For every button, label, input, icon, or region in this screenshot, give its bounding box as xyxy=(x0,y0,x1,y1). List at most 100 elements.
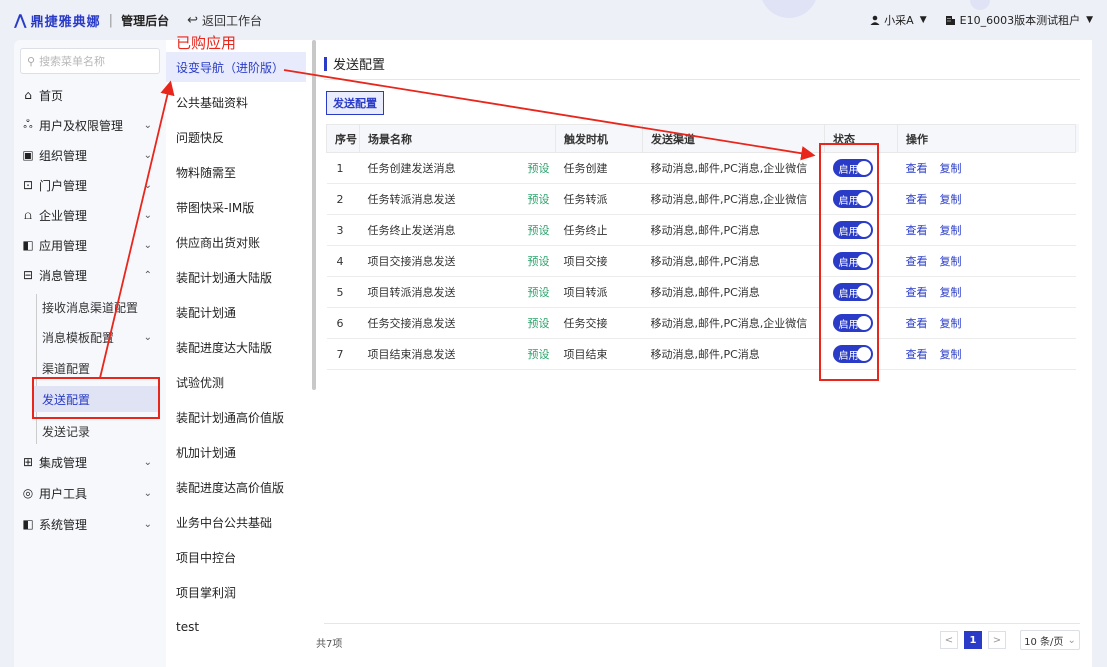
footer-divider xyxy=(324,623,1080,624)
row-name-cell: 任务转派消息发送 预设 xyxy=(359,183,556,215)
page-1-button[interactable]: 1 xyxy=(964,631,982,649)
copy-link[interactable]: 复制 xyxy=(940,193,962,206)
sidebar-item-enterprise[interactable]: ⩍ 企业管理 ⌄ xyxy=(14,202,166,228)
copy-link[interactable]: 复制 xyxy=(940,162,962,175)
logo-icon: ⋀ xyxy=(14,11,27,29)
view-link[interactable]: 查看 xyxy=(906,348,928,361)
app-item[interactable]: test xyxy=(166,612,312,642)
chevron-down-icon: ⌄ xyxy=(143,179,152,191)
home-icon: ⌂ xyxy=(24,88,32,102)
row-actions: 查看 复制 xyxy=(897,276,1076,308)
app-item[interactable]: 业务中台公共基础 xyxy=(166,507,312,537)
app-item[interactable]: 机加计划通 xyxy=(166,437,312,467)
prev-page-button[interactable]: < xyxy=(940,631,958,649)
status-toggle[interactable]: 启用 xyxy=(832,252,873,270)
sidebar-subitem-receive-channel[interactable]: 接收消息渠道配置 xyxy=(42,294,162,320)
sidebar-subitem-send-config[interactable]: 发送配置 xyxy=(34,386,158,412)
row-index: 6 xyxy=(326,307,360,339)
copy-link[interactable]: 复制 xyxy=(940,224,962,237)
status-toggle[interactable]: 启用 xyxy=(832,314,873,332)
status-toggle[interactable]: 启用 xyxy=(832,159,873,177)
status-toggle-label: 启用 xyxy=(838,195,859,207)
app-item[interactable]: 装配计划通高价值版 xyxy=(166,402,312,432)
app-item[interactable]: 装配计划通 xyxy=(166,297,312,327)
sidebar-item-home[interactable]: ⌂ 首页 xyxy=(14,82,166,108)
next-page-button[interactable]: > xyxy=(988,631,1006,649)
status-toggle-label: 启用 xyxy=(838,288,859,300)
app-item[interactable]: 设变导航（进阶版） xyxy=(166,52,306,82)
tool-icon: ◎ xyxy=(22,486,34,500)
view-link[interactable]: 查看 xyxy=(906,224,928,237)
tab-send-config[interactable]: 发送配置 xyxy=(326,91,384,115)
row-channel: 移动消息,邮件,PC消息 xyxy=(642,276,825,308)
portal-icon: ⊡ xyxy=(22,178,34,192)
status-toggle[interactable]: 启用 xyxy=(832,190,873,208)
sidebar-item-label: 集成管理 xyxy=(39,455,88,470)
user-name: 小采A xyxy=(884,14,914,27)
tenant-caret-icon: ▼ xyxy=(1086,15,1093,25)
copy-link[interactable]: 复制 xyxy=(940,286,962,299)
toggle-knob xyxy=(856,316,871,330)
view-link[interactable]: 查看 xyxy=(906,286,928,299)
copy-link[interactable]: 复制 xyxy=(940,317,962,330)
app-item[interactable]: 带图快采-IM版 xyxy=(166,192,312,222)
app-item[interactable]: 物料随需至 xyxy=(166,157,312,187)
copy-link[interactable]: 复制 xyxy=(940,348,962,361)
table-header-scroll-gutter xyxy=(1075,124,1079,152)
tenant-menu[interactable]: E10_6003版本测试租户 ▼ xyxy=(945,12,1093,28)
sidebar-item-apps[interactable]: ◧ 应用管理 ⌄ xyxy=(14,232,166,258)
app-item[interactable]: 装配计划通大陆版 xyxy=(166,262,312,292)
app-item[interactable]: 项目中控台 xyxy=(166,542,312,572)
app-item[interactable]: 公共基础资料 xyxy=(166,87,312,117)
view-link[interactable]: 查看 xyxy=(906,193,928,206)
sidebar-item-users[interactable]: ஃ 用户及权限管理 ⌄ xyxy=(14,112,166,138)
app-item[interactable]: 问题快反 xyxy=(166,122,312,152)
sidebar-item-label: 系统管理 xyxy=(39,517,88,532)
menu-search-input[interactable] xyxy=(39,54,160,68)
app-item[interactable]: 供应商出货对账 xyxy=(166,227,312,257)
app-item[interactable]: 项目掌利润 xyxy=(166,577,312,607)
back-arrow-icon: ↩ xyxy=(187,12,198,28)
brand-separator: | xyxy=(108,12,114,28)
brand-subtitle: 管理后台 xyxy=(121,13,170,28)
row-name-cell: 项目转派消息发送 预设 xyxy=(359,276,556,308)
copy-link[interactable]: 复制 xyxy=(940,255,962,268)
chevron-up-icon: ⌃ xyxy=(143,269,152,281)
user-menu[interactable]: 小采A ▼ xyxy=(870,12,927,28)
sidebar-item-messages[interactable]: ⊟ 消息管理 ⌃ xyxy=(14,262,166,288)
preset-tag: 预设 xyxy=(527,162,550,175)
table-row: 4 项目交接消息发送 预设 项目交接 移动消息,邮件,PC消息 启用 查看 复制 xyxy=(326,245,1076,277)
col-header-trigger: 触发时机 xyxy=(555,124,643,153)
row-channel: 移动消息,邮件,PC消息 xyxy=(642,245,825,277)
sidebar-item-integration[interactable]: ⊞ 集成管理 ⌄ xyxy=(14,449,166,475)
toggle-knob xyxy=(856,223,871,237)
status-toggle[interactable]: 启用 xyxy=(832,345,873,363)
app-item[interactable]: 装配进度达高价值版 xyxy=(166,472,312,502)
page-size-select[interactable]: 10 条/页 ⌄ xyxy=(1020,630,1080,650)
status-toggle[interactable]: 启用 xyxy=(832,221,873,239)
sidebar-item-system[interactable]: ◧ 系统管理 ⌄ xyxy=(14,511,166,537)
back-to-workbench-link[interactable]: ↩ 返回工作台 xyxy=(187,12,262,29)
sidebar-subitem-channel[interactable]: 渠道配置 xyxy=(42,355,162,381)
sidebar-subitem-send-log[interactable]: 发送记录 xyxy=(42,418,162,444)
brand-name: 鼎捷雅典娜 xyxy=(30,14,101,30)
page-title: 发送配置 xyxy=(324,54,385,73)
view-link[interactable]: 查看 xyxy=(906,162,928,175)
view-link[interactable]: 查看 xyxy=(906,317,928,330)
status-toggle-label: 启用 xyxy=(838,257,859,269)
status-toggle[interactable]: 启用 xyxy=(832,283,873,301)
sidebar-item-label: 企业管理 xyxy=(39,208,88,223)
sidebar-item-org[interactable]: ▣ 组织管理 ⌄ xyxy=(14,142,166,168)
view-link[interactable]: 查看 xyxy=(906,255,928,268)
sidebar-item-portal[interactable]: ⊡ 门户管理 ⌄ xyxy=(14,172,166,198)
row-channel: 移动消息,邮件,PC消息,企业微信 xyxy=(642,307,825,339)
row-trigger: 任务创建 xyxy=(555,152,643,184)
sidebar-subitem-template[interactable]: 消息模板配置 ⌄ xyxy=(42,324,162,350)
system-icon: ◧ xyxy=(22,517,34,531)
chevron-down-icon: ⌄ xyxy=(143,456,152,468)
app-item[interactable]: 装配进度达大陆版 xyxy=(166,332,312,362)
app-item[interactable]: 试验优测 xyxy=(166,367,312,397)
app-icon: ◧ xyxy=(22,238,34,252)
menu-search[interactable]: ⚲ xyxy=(20,48,160,74)
sidebar-item-user-tools[interactable]: ◎ 用户工具 ⌄ xyxy=(14,480,166,506)
